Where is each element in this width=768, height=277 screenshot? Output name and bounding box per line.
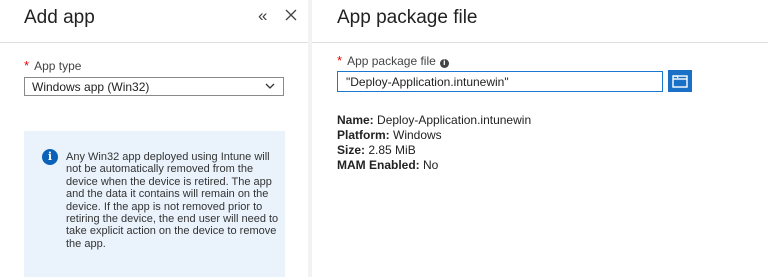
app-package-file-header: App package file <box>312 0 768 43</box>
detail-size-label: Size: <box>337 143 366 157</box>
app-type-label-text: App type <box>34 59 82 73</box>
file-details: Name: Deploy-Application.intunewin Platf… <box>337 113 531 173</box>
required-marker: * <box>24 58 30 73</box>
info-icon: i <box>42 149 58 165</box>
detail-name: Name: Deploy-Application.intunewin <box>337 113 531 128</box>
detail-name-value: Deploy-Application.intunewin <box>373 113 532 127</box>
file-label: * App package file i <box>337 53 449 68</box>
required-marker: * <box>337 53 343 68</box>
add-app-header: Add app « <box>0 0 308 43</box>
detail-platform: Platform: Windows <box>337 128 531 143</box>
detail-mam-value: No <box>419 158 439 172</box>
detail-platform-value: Windows <box>389 128 442 142</box>
app-package-file-title: App package file <box>337 7 478 28</box>
detail-size: Size: 2.85 MiB <box>337 143 531 158</box>
file-path-value: "Deploy-Application.intunewin" <box>346 75 509 89</box>
app-type-value: Windows app (Win32) <box>32 80 150 94</box>
detail-platform-label: Platform: <box>337 128 390 142</box>
detail-mam: MAM Enabled: No <box>337 158 531 173</box>
close-icon[interactable] <box>284 6 298 26</box>
app-type-select[interactable]: Windows app (Win32) <box>24 77 284 96</box>
chevron-down-icon <box>265 83 275 89</box>
detail-mam-label: MAM Enabled: <box>337 158 420 172</box>
info-box: i Any Win32 app deployed using Intune wi… <box>24 131 285 277</box>
info-text: Any Win32 app deployed using Intune will… <box>66 151 279 250</box>
add-app-title: Add app <box>24 7 95 28</box>
browse-button[interactable] <box>668 70 692 92</box>
add-app-blade: Add app « * App type Windows app (Win32) … <box>0 0 308 277</box>
file-label-text: App package file <box>347 54 436 68</box>
detail-size-value: 2.85 MiB <box>365 143 416 157</box>
info-small-icon[interactable]: i <box>439 59 449 68</box>
folder-icon <box>672 75 688 88</box>
app-type-label: * App type <box>24 58 81 73</box>
file-path-input[interactable]: "Deploy-Application.intunewin" <box>337 71 663 92</box>
close-glyph <box>285 9 297 21</box>
detail-name-label: Name: <box>337 113 374 127</box>
collapse-icon[interactable]: « <box>258 6 267 26</box>
app-package-file-blade: App package file * App package file i "Dep… <box>312 0 768 277</box>
